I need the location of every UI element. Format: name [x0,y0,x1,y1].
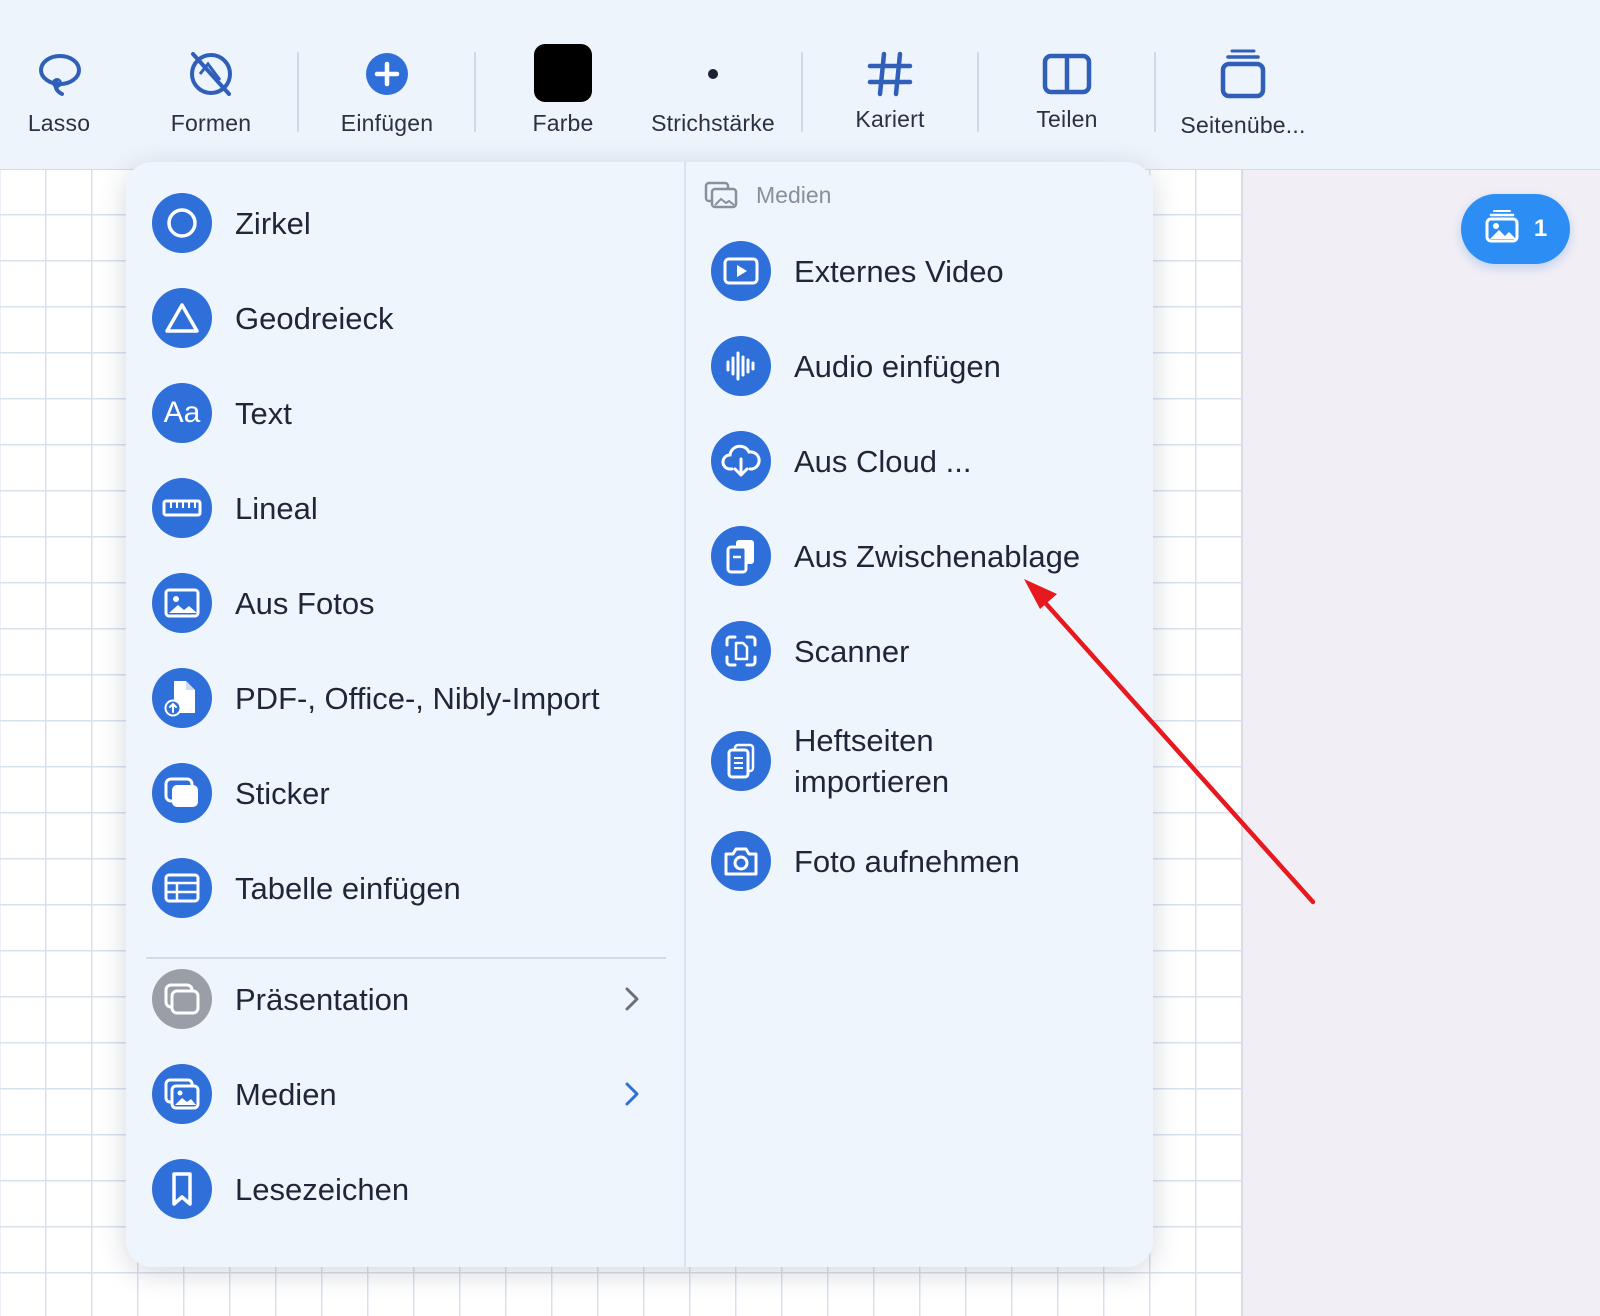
clipboard-icon [711,526,771,586]
media-section-header: Medien [704,180,831,210]
kariert-label: Kariert [855,106,925,132]
menu-item-medien[interactable]: Medien [152,1059,337,1129]
menu-item-aus-fotos[interactable]: Aus Fotos [152,568,375,638]
menu-item-label: Aus Fotos [235,585,375,621]
shapes-off-icon [131,44,291,104]
menu-item-label: Foto aufnehmen [794,843,1020,879]
menu-item-praesentation[interactable]: Präsentation [152,964,409,1034]
menu-item-heftseiten[interactable]: Heftseiten importieren [711,711,1024,811]
einfuegen-label: Einfügen [340,110,434,136]
toolbar-separator [1154,52,1156,132]
menu-item-label: Sticker [235,775,330,811]
lasso-label: Lasso [27,110,91,136]
menu-item-lesezeichen[interactable]: Lesezeichen [152,1154,409,1224]
menu-item-aus-cloud[interactable]: Aus Cloud ... [711,426,971,496]
media-badge-button[interactable]: 1 [1461,194,1570,264]
toolbar-separator [801,52,803,132]
menu-item-label: Medien [235,1076,337,1112]
menu-divider [146,957,666,959]
teilen-label: Teilen [1036,106,1098,132]
formen-label: Formen [170,110,252,136]
menu-item-pdf-import[interactable]: PDF-, Office-, Nibly-Import [152,663,600,733]
lasso-icon [0,44,139,104]
menu-item-label: Heftseiten importieren [794,723,950,799]
strichstaerke-tool[interactable]: Strichstärke [633,44,793,137]
video-play-icon [711,241,771,301]
split-view-icon [987,44,1147,104]
menu-item-aus-zwischenablage[interactable]: Aus Zwischenablage [711,521,1080,591]
menu-item-sticker[interactable]: Sticker [152,758,330,828]
triangle-icon [152,288,212,348]
menu-item-tabelle[interactable]: Tabelle einfügen [152,853,461,923]
menu-item-foto-aufnehmen[interactable]: Foto aufnehmen [711,826,1020,896]
stack-photo-icon [1484,209,1520,250]
notebook-pages-icon [711,731,771,791]
menu-item-label: Zirkel [235,205,311,241]
menu-item-lineal[interactable]: Lineal [152,473,318,543]
table-icon [152,858,212,918]
grid-hash-icon [810,44,970,104]
audio-wave-icon [711,336,771,396]
circle-icon [152,193,212,253]
menu-item-label: Aus Cloud ... [794,443,972,479]
menu-item-label: Externes Video [794,253,1004,289]
menu-item-label: Tabelle einfügen [235,870,461,906]
menu-item-label: Präsentation [235,981,410,1017]
menu-item-text[interactable]: Aa Text [152,378,292,448]
menu-item-label: Lesezeichen [235,1171,410,1207]
photo-icon [152,573,212,633]
scanner-icon [711,621,771,681]
menu-item-zirkel[interactable]: Zirkel [152,188,311,258]
formen-tool[interactable]: Formen [131,44,291,137]
sticker-icon [152,763,212,823]
kariert-tool[interactable]: Kariert [810,44,970,133]
menu-item-label: Scanner [794,633,910,669]
menu-item-geodreieck[interactable]: Geodreieck [152,283,394,353]
cloud-download-icon [711,431,771,491]
ruler-icon [152,478,212,538]
bookmark-icon [152,1159,212,1219]
menu-item-audio[interactable]: Audio einfügen [711,331,1001,401]
color-swatch-icon [483,44,643,104]
menu-item-label: PDF-, Office-, Nibly-Import [235,680,600,716]
toolbar-separator [297,52,299,132]
menu-item-scanner[interactable]: Scanner [711,616,909,686]
insert-menu-popup: Zirkel Geodreieck Aa Text Lineal Aus Fot… [126,162,1153,1267]
teilen-tool[interactable]: Teilen [987,44,1147,133]
text-aa-icon: Aa [152,383,212,443]
column-divider [684,162,686,1267]
presentation-icon [152,969,212,1029]
seitenuebersicht-label: Seitenübe... [1180,112,1306,138]
menu-item-label: Geodreieck [235,300,394,336]
farbe-label: Farbe [532,110,594,136]
menu-item-externes-video[interactable]: Externes Video [711,236,1004,306]
chevron-right-icon [625,987,639,1011]
document-import-icon [152,668,212,728]
toolbar-separator [474,52,476,132]
menu-item-label: Text [235,395,292,431]
media-badge-count: 1 [1533,215,1548,242]
menu-item-label: Aus Zwischenablage [794,538,1081,574]
pages-stack-icon [1163,44,1323,104]
media-section-icon [704,181,738,209]
toolbar: Lasso Formen Einfügen Farbe Strichstärke… [0,0,1600,170]
lasso-tool[interactable]: Lasso [0,44,139,137]
einfuegen-tool[interactable]: Einfügen [307,44,467,137]
media-icon [152,1064,212,1124]
toolbar-separator [977,52,979,132]
farbe-tool[interactable]: Farbe [483,44,643,137]
media-section-title: Medien [756,181,832,208]
menu-item-label: Audio einfügen [794,348,1001,384]
strichstaerke-label: Strichstärke [651,110,775,136]
camera-icon [711,831,771,891]
chevron-right-icon [625,1082,639,1106]
menu-item-label: Lineal [235,490,318,526]
stroke-dot-icon [633,44,793,104]
plus-circle-icon [307,44,467,104]
seitenuebersicht-tool[interactable]: Seitenübe... [1163,44,1323,139]
